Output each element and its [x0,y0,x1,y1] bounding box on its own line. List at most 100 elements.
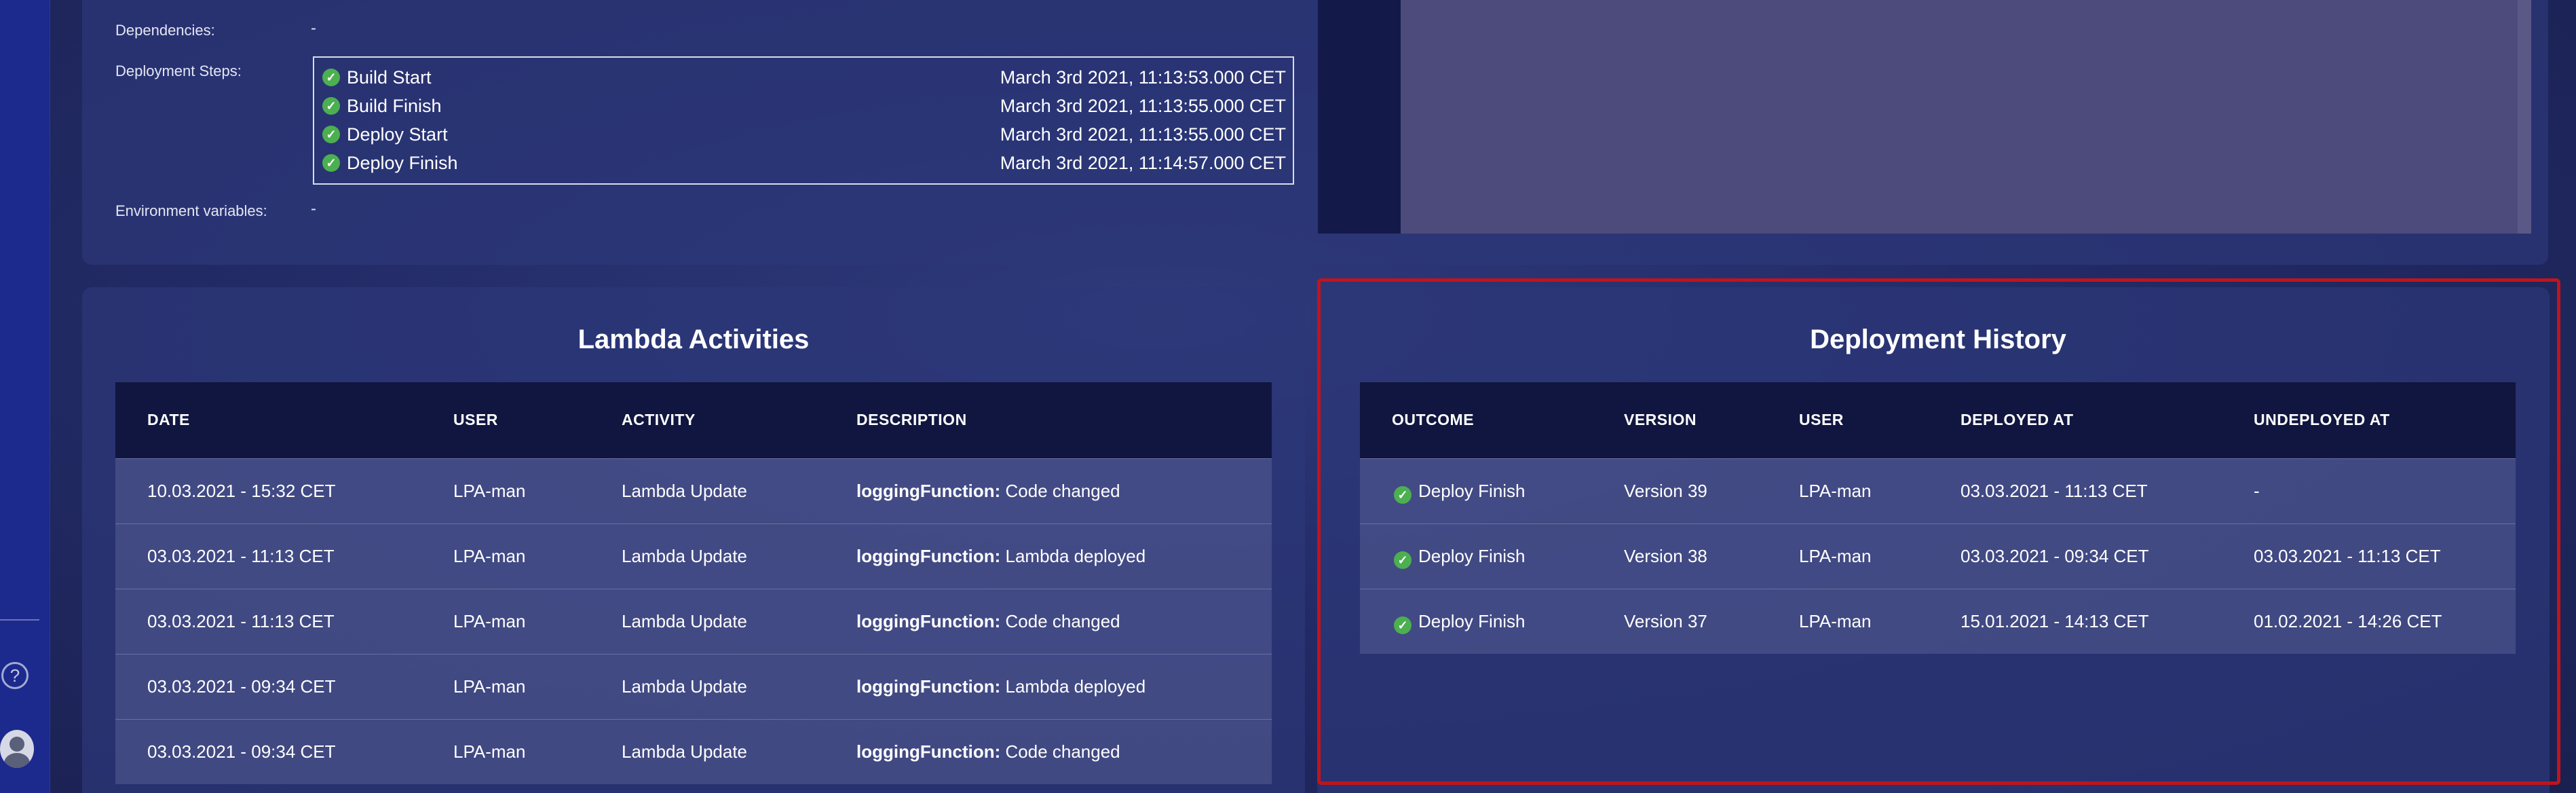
check-circle-icon: ✓ [1394,551,1412,569]
table-row[interactable]: 03.03.2021 - 09:34 CET LPA-man Lambda Up… [115,654,1272,719]
description-text: Code changed [1005,741,1120,762]
cell-deployed-at: 03.03.2021 - 09:34 CET [1961,546,2149,566]
avatar-body [4,753,30,768]
cell-undeployed-at: 01.02.2021 - 14:26 CET [2254,611,2442,631]
function-name: loggingFunction: [856,546,1001,566]
cell-date: 03.03.2021 - 11:13 CET [147,546,335,566]
dependencies-value: - [311,19,316,37]
column-header-outcome[interactable]: OUTCOME [1392,411,1474,429]
cell-user: LPA-man [453,741,526,762]
step-name: Deploy Start [347,124,448,145]
function-name: loggingFunction: [856,481,1001,501]
column-header-user[interactable]: USER [1799,411,1844,429]
deployment-step: ✓ Build Finish March 3rd 2021, 11:13:55.… [322,93,1286,120]
column-header-user[interactable]: USER [453,411,498,429]
table-header: OUTCOME VERSION USER DEPLOYED AT UNDEPLO… [1360,382,2516,458]
cell-outcome: ✓ Deploy Finish [1394,546,1526,569]
cell-outcome: ✓ Deploy Finish [1394,611,1526,634]
description-text: Code changed [1005,481,1120,501]
cell-version: Version 38 [1624,546,1707,566]
step-time: March 3rd 2021, 11:14:57.000 CET [1000,153,1286,173]
step-name: Build Start [347,67,432,88]
column-header-activity[interactable]: ACTIVITY [622,411,696,429]
cell-undeployed-at: - [2254,481,2260,501]
avatar-head [10,737,24,752]
function-name: loggingFunction: [856,741,1001,762]
cell-user: LPA-man [1799,546,1872,566]
table-row[interactable]: ✓ Deploy Finish Version 38 LPA-man 03.03.… [1360,523,2516,589]
deployment-steps-label: Deployment Steps: [115,62,242,79]
deployment-step: ✓ Build Start March 3rd 2021, 11:13:53.0… [322,64,1286,92]
cell-activity: Lambda Update [622,546,748,566]
lambda-activities-title: Lambda Activities [577,325,810,354]
cell-user: LPA-man [453,611,526,631]
cell-date: 10.03.2021 - 15:32 CET [147,481,336,501]
environment-variables-value: - [311,200,316,218]
column-header-version[interactable]: VERSION [1624,411,1697,429]
cell-date: 03.03.2021 - 09:34 CET [147,676,336,697]
description-text: Lambda deployed [1005,546,1146,566]
deployment-step: ✓ Deploy Start March 3rd 2021, 11:13:55.… [322,122,1286,149]
table-row[interactable]: 03.03.2021 - 11:13 CET LPA-man Lambda Up… [115,589,1272,654]
step-time: March 3rd 2021, 11:13:55.000 CET [1000,124,1286,145]
sidebar-divider [0,619,39,621]
user-avatar-icon[interactable] [0,730,34,768]
outcome-text: Deploy Finish [1418,481,1526,501]
check-circle-icon: ✓ [322,97,340,115]
cell-user: LPA-man [453,546,526,566]
step-name: Build Finish [347,96,442,116]
column-header-undeployed-at[interactable]: UNDEPLOYED AT [2254,411,2390,429]
cell-activity: Lambda Update [622,481,748,501]
cell-user: LPA-man [453,481,526,501]
preview-area [1401,0,2519,234]
left-sidebar: ? [0,0,50,793]
deployment-steps-box: ✓ Build Start March 3rd 2021, 11:13:53.0… [313,56,1294,185]
column-header-deployed-at[interactable]: DEPLOYED AT [1961,411,2074,429]
cell-version: Version 37 [1624,611,1707,631]
description-text: Lambda deployed [1005,676,1146,697]
function-name: loggingFunction: [856,611,1001,631]
cell-activity: Lambda Update [622,611,748,631]
cell-user: LPA-man [453,676,526,697]
table-header: DATE USER ACTIVITY DESCRIPTION [115,382,1272,458]
environment-variables-label: Environment variables: [115,202,267,219]
deployment-history-title: Deployment History [1810,325,2066,354]
cell-description: loggingFunction: Code changed [856,481,1120,502]
cell-description: loggingFunction: Lambda deployed [856,676,1145,697]
check-circle-icon: ✓ [322,69,340,86]
check-circle-icon: ✓ [322,126,340,143]
cell-date: 03.03.2021 - 11:13 CET [147,611,335,631]
preview-scrollbar[interactable] [2518,0,2531,234]
check-circle-icon: ✓ [1394,616,1412,634]
cell-version: Version 39 [1624,481,1707,501]
column-header-date[interactable]: DATE [147,411,190,429]
step-time: March 3rd 2021, 11:13:53.000 CET [1000,67,1286,88]
function-name: loggingFunction: [856,676,1001,697]
cell-description: loggingFunction: Code changed [856,611,1120,632]
table-row[interactable]: ✓ Deploy Finish Version 39 LPA-man 03.03.… [1360,458,2516,523]
outcome-text: Deploy Finish [1418,546,1526,566]
help-icon[interactable]: ? [1,662,29,689]
table-row[interactable]: 10.03.2021 - 15:32 CET LPA-man Lambda Up… [115,458,1272,523]
cell-deployed-at: 15.01.2021 - 14:13 CET [1961,611,2149,631]
cell-activity: Lambda Update [622,741,748,762]
preview-divider [1318,0,1401,234]
column-header-description[interactable]: DESCRIPTION [856,411,967,429]
cell-activity: Lambda Update [622,676,748,697]
cell-date: 03.03.2021 - 09:34 CET [147,741,336,762]
step-time: March 3rd 2021, 11:13:55.000 CET [1000,96,1286,116]
cell-user: LPA-man [1799,611,1872,631]
cell-deployed-at: 03.03.2021 - 11:13 CET [1961,481,2148,501]
table-row[interactable]: ✓ Deploy Finish Version 37 LPA-man 15.01.… [1360,589,2516,654]
table-row[interactable]: 03.03.2021 - 11:13 CET LPA-man Lambda Up… [115,523,1272,589]
table-row[interactable]: 03.03.2021 - 09:34 CET LPA-man Lambda Up… [115,719,1272,784]
outcome-text: Deploy Finish [1418,611,1526,631]
check-circle-icon: ✓ [322,154,340,172]
step-name: Deploy Finish [347,153,458,173]
check-circle-icon: ✓ [1394,486,1412,504]
description-text: Code changed [1005,611,1120,631]
cell-undeployed-at: 03.03.2021 - 11:13 CET [2254,546,2441,566]
dependencies-label: Dependencies: [115,22,215,39]
cell-description: loggingFunction: Lambda deployed [856,546,1145,567]
cell-description: loggingFunction: Code changed [856,741,1120,762]
